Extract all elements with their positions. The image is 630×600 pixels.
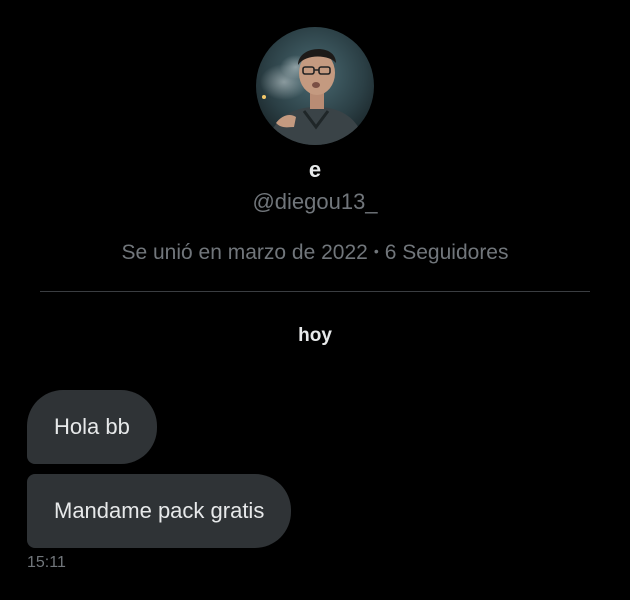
join-date: Se unió en marzo de 2022 [121, 241, 368, 264]
followers-count[interactable]: 6 Seguidores [385, 241, 509, 264]
meta-separator: • [373, 243, 379, 259]
message-bubble[interactable]: Hola bb [27, 390, 157, 464]
profile-meta: Se unió en marzo de 2022 • 6 Seguidores [0, 237, 630, 267]
divider [40, 291, 590, 292]
profile-header: e @diegou13_ Se unió en marzo de 2022 • 6 … [0, 0, 630, 292]
message-bubble[interactable]: Mandame pack gratis [27, 474, 292, 548]
display-name[interactable]: e [0, 156, 630, 184]
avatar[interactable] [256, 27, 374, 145]
message-text: Hola bb [54, 414, 130, 439]
avatar-photo [256, 27, 374, 145]
user-handle[interactable]: @diegou13_ [0, 188, 630, 216]
message-text: Mandame pack gratis [54, 498, 265, 523]
date-separator: hoy [298, 325, 332, 346]
message-timestamp: 15:11 [27, 554, 66, 571]
